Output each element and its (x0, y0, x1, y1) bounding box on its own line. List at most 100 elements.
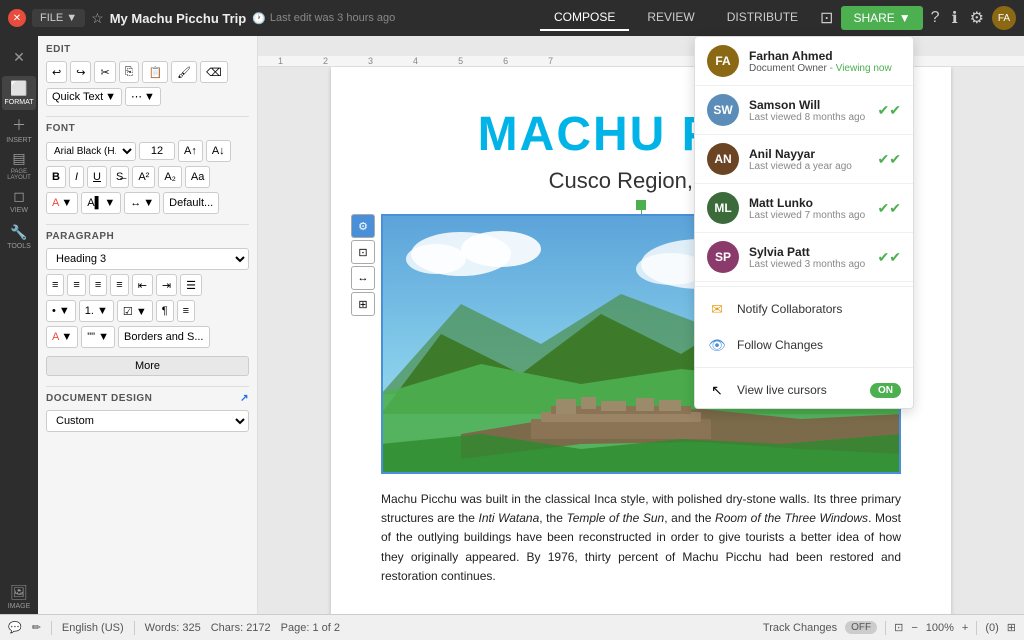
more-button[interactable]: More (46, 356, 249, 376)
subscript-button[interactable]: A₂ (158, 166, 182, 188)
text-spacing-button[interactable]: ↔ ▼ (124, 192, 160, 214)
notify-collaborators-action[interactable]: ✉ Notify Collaborators (695, 291, 913, 327)
paragraph-marker[interactable]: ¶ (156, 300, 174, 322)
info-icon[interactable]: ℹ (948, 4, 962, 32)
share-button[interactable]: SHARE ▼ (841, 6, 922, 30)
status-bar-left: 💬 ✏ English (US) Words: 325 Chars: 2172 … (8, 621, 751, 635)
settings-icon[interactable]: ⚙ (966, 4, 988, 32)
align-center[interactable]: ≡ (67, 274, 85, 296)
language-status[interactable]: English (US) (62, 622, 124, 634)
copy-button[interactable]: ⎘ (119, 61, 140, 83)
redo-button[interactable]: ↪ (70, 61, 91, 83)
design-section: DOCUMENT DESIGN ↗ Custom (46, 393, 249, 432)
nav-page-layout[interactable]: ▤ PAGE LAYOUT (2, 148, 36, 182)
help-icon[interactable]: ? (927, 5, 944, 31)
indent-decrease[interactable]: ⇤ (132, 274, 153, 296)
collaborator-matt[interactable]: ML Matt Lunko Last viewed 7 months ago ✔… (695, 184, 913, 233)
default-button[interactable]: Default... (163, 192, 219, 214)
align-justify[interactable]: ≡ (110, 274, 128, 296)
nav-insert[interactable]: ＋ INSERT (2, 112, 36, 146)
chars-count: Chars: 2172 (211, 622, 271, 634)
cursors-toggle[interactable]: ON (870, 383, 901, 398)
track-changes-toggle[interactable]: OFF (845, 621, 877, 634)
bg-color-button[interactable]: A▼ (46, 326, 78, 348)
tab-compose[interactable]: COMPOSE (540, 5, 629, 31)
farhan-info: Farhan Ahmed Document Owner - Viewing no… (749, 49, 901, 74)
undo-button[interactable]: ↩ (46, 61, 67, 83)
nav-format[interactable]: ⬜ FORMAT (2, 76, 36, 110)
collab-divider-2 (695, 367, 913, 368)
spacing-arrow: ▼ (143, 197, 154, 209)
design-style-select[interactable]: Custom (46, 410, 249, 432)
font-color-button[interactable]: A ▼ (46, 192, 78, 214)
bookmark-icon[interactable]: ☆ (91, 10, 104, 27)
nav-tools[interactable]: 🔧 TOOLS (2, 220, 36, 254)
design-link[interactable]: ↗ (240, 393, 249, 404)
grid-view-icon[interactable]: ⊞ (1007, 621, 1016, 634)
document-title: My Machu Picchu Trip (110, 11, 247, 26)
close-button[interactable]: ✕ (8, 9, 26, 27)
caps-button[interactable]: Aa (185, 166, 210, 188)
highlight-button[interactable]: A▌ ▼ (81, 192, 121, 214)
tab-review[interactable]: REVIEW (633, 5, 708, 31)
zoom-out-icon[interactable]: − (911, 622, 917, 634)
collaborator-samson[interactable]: SW Samson Will Last viewed 8 months ago … (695, 86, 913, 135)
matt-avatar: ML (707, 192, 739, 224)
edit-title: EDIT (46, 44, 249, 55)
bold-button[interactable]: B (46, 166, 66, 188)
live-cursors-action[interactable]: ↖ View live cursors ON (695, 372, 913, 408)
numbered-list[interactable]: 1. ▼ (79, 300, 114, 322)
superscript-button[interactable]: A² (132, 166, 155, 188)
align-right[interactable]: ≡ (89, 274, 107, 296)
screen-share-icon[interactable]: ⊡ (816, 4, 837, 32)
bullet-list[interactable]: • ▼ (46, 300, 76, 322)
zoom-fit-icon[interactable]: ⊡ (894, 621, 903, 634)
borders-button[interactable]: Borders and S... (118, 326, 210, 348)
quick-text-dropdown[interactable]: Quick Text ▼ (46, 88, 122, 106)
comments-count[interactable]: (0) (985, 622, 998, 634)
edit-mode-icon[interactable]: ✏ (32, 621, 41, 634)
image-resize[interactable]: ↔ (351, 266, 375, 290)
font-size-up[interactable]: A↑ (178, 140, 203, 162)
zoom-in-icon[interactable]: + (962, 622, 968, 634)
follow-changes-action[interactable]: 👁 Follow Changes (695, 327, 913, 363)
cut-button[interactable]: ✂ (94, 61, 115, 83)
image-icon: 🖼 (10, 584, 28, 601)
collaborator-farhan[interactable]: FA Farhan Ahmed Document Owner - Viewing… (695, 37, 913, 86)
more-paragraph[interactable]: ≡ (177, 300, 195, 322)
list-options[interactable]: ☰ (180, 274, 202, 296)
clear-format-button[interactable]: ⌫ (200, 61, 228, 83)
italic-button[interactable]: I (69, 166, 84, 188)
indent-increase[interactable]: ⇥ (156, 274, 177, 296)
font-name-select[interactable]: Arial Black (H... (46, 142, 136, 161)
paste-button[interactable]: 📋 (142, 61, 168, 83)
tab-distribute[interactable]: DISTRIBUTE (713, 5, 812, 31)
image-crop[interactable]: ⊡ (351, 240, 375, 264)
image-frame[interactable]: ⊞ (351, 292, 375, 316)
format-icon: ⬜ (10, 80, 27, 97)
format-paint-button[interactable]: 🖌 (171, 61, 197, 83)
collaborator-sylvia[interactable]: SP Sylvia Patt Last viewed 3 months ago … (695, 233, 913, 282)
checklist[interactable]: ☑ ▼ (117, 300, 153, 322)
matt-check: ✔✔ (878, 200, 901, 217)
nav-close[interactable]: ✕ (2, 40, 36, 74)
view-icon: ◻ (13, 188, 25, 205)
document-body[interactable]: Machu Picchu was built in the classical … (381, 490, 901, 586)
comment-icon[interactable]: 💬 (8, 621, 22, 634)
underline-button[interactable]: U (87, 166, 107, 188)
font-size-input[interactable] (139, 142, 175, 160)
nav-view[interactable]: ◻ VIEW (2, 184, 36, 218)
nav-image[interactable]: 🖼 IMAGE (2, 580, 36, 614)
zoom-level[interactable]: 100% (926, 622, 954, 634)
paragraph-style-select[interactable]: Heading 3 (46, 248, 249, 270)
font-size-down[interactable]: A↓ (206, 140, 231, 162)
collaborator-anil[interactable]: AN Anil Nayyar Last viewed a year ago ✔✔ (695, 135, 913, 184)
image-settings-top[interactable]: ⚙ (351, 214, 375, 238)
anil-status: Last viewed a year ago (749, 161, 868, 172)
quick-text-extra[interactable]: ⋯ ▼ (125, 87, 161, 106)
file-menu-button[interactable]: FILE ▼ (32, 9, 85, 27)
quote-button[interactable]: "" ▼ (81, 326, 115, 348)
align-left[interactable]: ≡ (46, 274, 64, 296)
strikethrough-button[interactable]: S̶ (110, 166, 129, 188)
user-avatar[interactable]: FA (992, 6, 1016, 30)
